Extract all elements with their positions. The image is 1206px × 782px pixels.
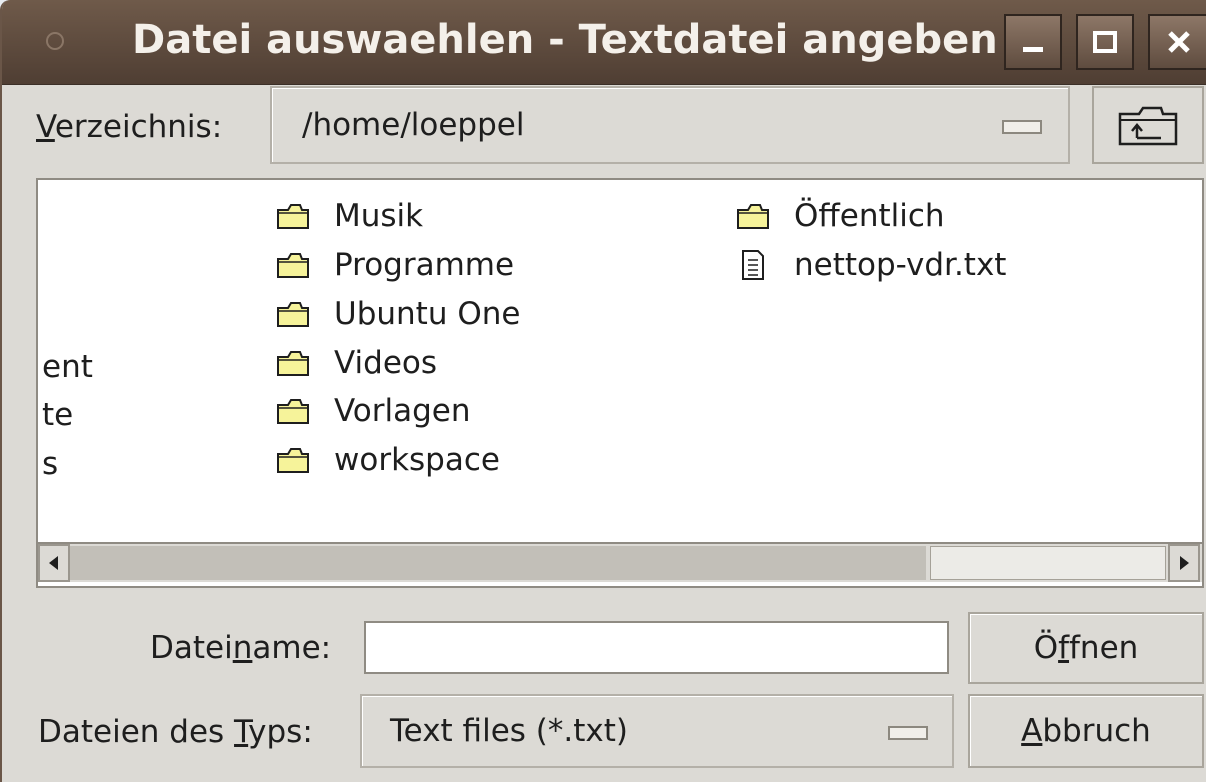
filename-input[interactable] [364,621,949,674]
list-item[interactable]: ent [42,344,93,390]
filetype-combo[interactable]: Text files (*.txt) [360,694,954,768]
list-item-folder[interactable]: Ubuntu One [276,291,520,337]
list-item-folder[interactable]: Öffentlich [736,193,945,239]
maximize-icon [1093,31,1117,53]
arrow-left-icon [49,556,58,570]
parent-directory-button[interactable] [1092,86,1204,164]
folder-icon [276,297,310,331]
folder-icon [276,199,310,233]
folder-icon [276,248,310,282]
scroll-right-button[interactable] [1168,544,1200,582]
directory-label: Verzeichnis: [36,109,223,145]
minimize-button[interactable] [1004,14,1062,70]
folder-icon [276,346,310,380]
list-item[interactable]: te [42,392,73,438]
list-item-file[interactable]: nettop-vdr.txt [736,242,1006,288]
folder-up-icon [1118,106,1178,146]
close-button[interactable] [1148,14,1206,70]
cancel-button[interactable]: Abbruch [968,694,1204,768]
folder-icon [276,443,310,477]
filetype-selected: Text files (*.txt) [390,713,628,749]
list-item[interactable]: s [42,441,58,487]
window-menu-icon[interactable] [46,32,64,50]
window-title: Datei auswaehlen - Textdatei angeben [132,17,998,63]
list-item-folder[interactable]: Programme [276,242,514,288]
directory-path: /home/loeppel [302,107,525,143]
minimize-icon [1023,47,1043,52]
file-list[interactable]: ent te s Musik Programme Ubuntu One Vide… [36,178,1204,588]
close-icon [1168,31,1190,53]
arrow-right-icon [1180,556,1189,570]
list-item-folder[interactable]: Musik [276,193,423,239]
directory-combo[interactable]: /home/loeppel [270,86,1070,164]
folder-icon [736,199,770,233]
file-dialog-window: Datei auswaehlen - Textdatei angeben Ver… [0,0,1206,782]
scroll-left-button[interactable] [38,544,70,582]
filetype-label: Dateien des Typs: [38,714,313,750]
horizontal-scrollbar[interactable] [38,542,1202,582]
filename-label: Dateiname: [150,630,332,666]
dropdown-indicator-icon [1002,120,1042,134]
dropdown-indicator-icon [888,726,928,740]
open-button[interactable]: Öf fnen [968,612,1204,684]
list-item-folder[interactable]: Vorlagen [276,388,471,434]
folder-icon [276,394,310,428]
maximize-button[interactable] [1076,14,1134,70]
list-item-folder[interactable]: workspace [276,437,500,483]
list-item-folder[interactable]: Videos [276,340,437,386]
scrollbar-trough[interactable] [70,546,926,580]
scrollbar-thumb[interactable] [930,546,1166,580]
title-bar[interactable]: Datei auswaehlen - Textdatei angeben [2,0,1206,85]
text-file-icon [736,248,770,282]
